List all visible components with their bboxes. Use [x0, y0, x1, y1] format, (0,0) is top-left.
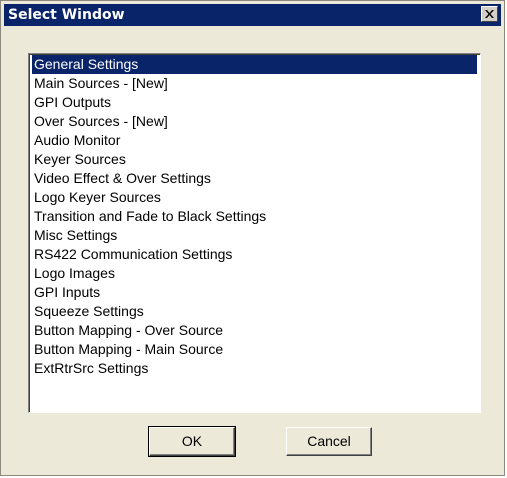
list-item-logo-images[interactable]: Logo Images — [32, 264, 477, 283]
list-item-button-mapping-main-source[interactable]: Button Mapping - Main Source — [32, 340, 477, 359]
list-item-gpi-outputs[interactable]: GPI Outputs — [32, 93, 477, 112]
list-item-gpi-inputs[interactable]: GPI Inputs — [32, 283, 477, 302]
ok-button[interactable]: OK — [148, 426, 236, 457]
list-item-squeeze-settings[interactable]: Squeeze Settings — [32, 302, 477, 321]
window-title: Select Window — [8, 7, 125, 23]
list-item-misc-settings[interactable]: Misc Settings — [32, 226, 477, 245]
list-item-logo-keyer-sources[interactable]: Logo Keyer Sources — [32, 188, 477, 207]
window-listbox[interactable]: General Settings Main Sources - [New] GP… — [28, 53, 481, 413]
list-item-over-sources[interactable]: Over Sources - [New] — [32, 112, 477, 131]
list-item-transition-fade-settings[interactable]: Transition and Fade to Black Settings — [32, 207, 477, 226]
list-item-general-settings[interactable]: General Settings — [32, 55, 477, 74]
list-item-rs422-communication-settings[interactable]: RS422 Communication Settings — [32, 245, 477, 264]
list-item-video-effect-over-settings[interactable]: Video Effect & Over Settings — [32, 169, 477, 188]
list-item-extrtrsrc-settings[interactable]: ExtRtrSrc Settings — [32, 359, 477, 378]
cancel-button[interactable]: Cancel — [286, 427, 372, 456]
select-window-dialog: Select Window General Settings Main Sour… — [0, 0, 505, 476]
list-item-main-sources[interactable]: Main Sources - [New] — [32, 74, 477, 93]
close-icon — [485, 10, 494, 18]
list-item-audio-monitor[interactable]: Audio Monitor — [32, 131, 477, 150]
list-item-button-mapping-over-source[interactable]: Button Mapping - Over Source — [32, 321, 477, 340]
title-bar[interactable]: Select Window — [4, 4, 501, 26]
list-item-keyer-sources[interactable]: Keyer Sources — [32, 150, 477, 169]
close-button[interactable] — [481, 6, 498, 22]
